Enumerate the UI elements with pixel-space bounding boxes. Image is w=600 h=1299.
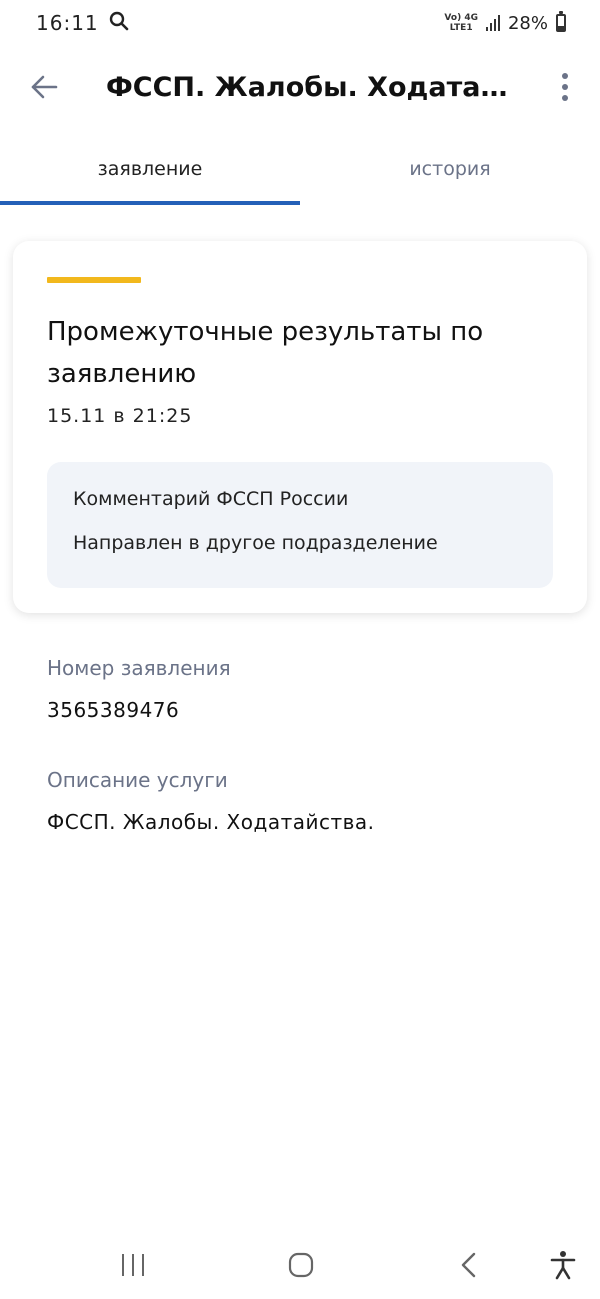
battery-percent: 28%: [507, 12, 548, 34]
application-number-field: Номер заявления 3565389476: [47, 656, 567, 722]
app-bar: ФССП. Жалобы. Ходатай...: [0, 46, 600, 128]
accessibility-button[interactable]: [538, 1240, 588, 1290]
nav-back-button[interactable]: [444, 1240, 494, 1290]
card-date: 15.11 в 21:25: [47, 405, 193, 427]
system-nav-bar: [0, 1230, 600, 1299]
tab-history[interactable]: история: [300, 140, 600, 206]
status-left: 16:11: [36, 11, 129, 35]
tab-application[interactable]: заявление: [0, 140, 300, 206]
recent-apps-button[interactable]: [108, 1240, 158, 1290]
comment-label: Комментарий ФССП России: [73, 488, 349, 510]
back-button[interactable]: [22, 65, 66, 109]
network-indicator: Vo) 4G LTE1: [444, 13, 478, 33]
home-button[interactable]: [276, 1240, 326, 1290]
accessibility-icon: [550, 1250, 576, 1279]
comment-value: Направлен в другое подразделение: [73, 532, 438, 554]
more-options-button[interactable]: [550, 65, 580, 109]
chevron-left-icon: [461, 1252, 476, 1277]
comment-box: Комментарий ФССП России Направлен в друг…: [47, 462, 553, 588]
battery-fill: [558, 26, 564, 30]
field-value: ФССП. Жалобы. Ходатайства.: [47, 810, 375, 834]
card-title: Промежуточные результаты по заявлению: [47, 317, 484, 389]
battery-icon: [556, 11, 566, 32]
arrow-left-icon: [31, 75, 58, 99]
search-icon: [109, 11, 129, 35]
service-description-field: Описание услуги ФССП. Жалобы. Ходатайств…: [47, 768, 567, 834]
home-icon: [288, 1252, 314, 1277]
network-type: Vo) 4G: [444, 13, 478, 23]
card-accent-bar: [47, 277, 141, 283]
recent-apps-icon: [122, 1253, 144, 1276]
more-vertical-icon: [562, 73, 568, 79]
field-label: Номер заявления: [47, 656, 231, 680]
network-sim: LTE1: [449, 23, 473, 33]
status-time: 16:11: [36, 11, 99, 35]
signal-icon: [485, 15, 500, 31]
field-label: Описание услуги: [47, 768, 228, 792]
tab-bar: заявление история: [0, 140, 600, 206]
status-card: Промежуточные результаты по заявлению 15…: [13, 241, 587, 613]
status-bar: 16:11 Vo) 4G LTE1 28%: [0, 0, 600, 46]
field-value: 3565389476: [47, 698, 180, 722]
status-right: Vo) 4G LTE1 28%: [444, 11, 566, 34]
page-title: ФССП. Жалобы. Ходатай...: [106, 71, 510, 103]
